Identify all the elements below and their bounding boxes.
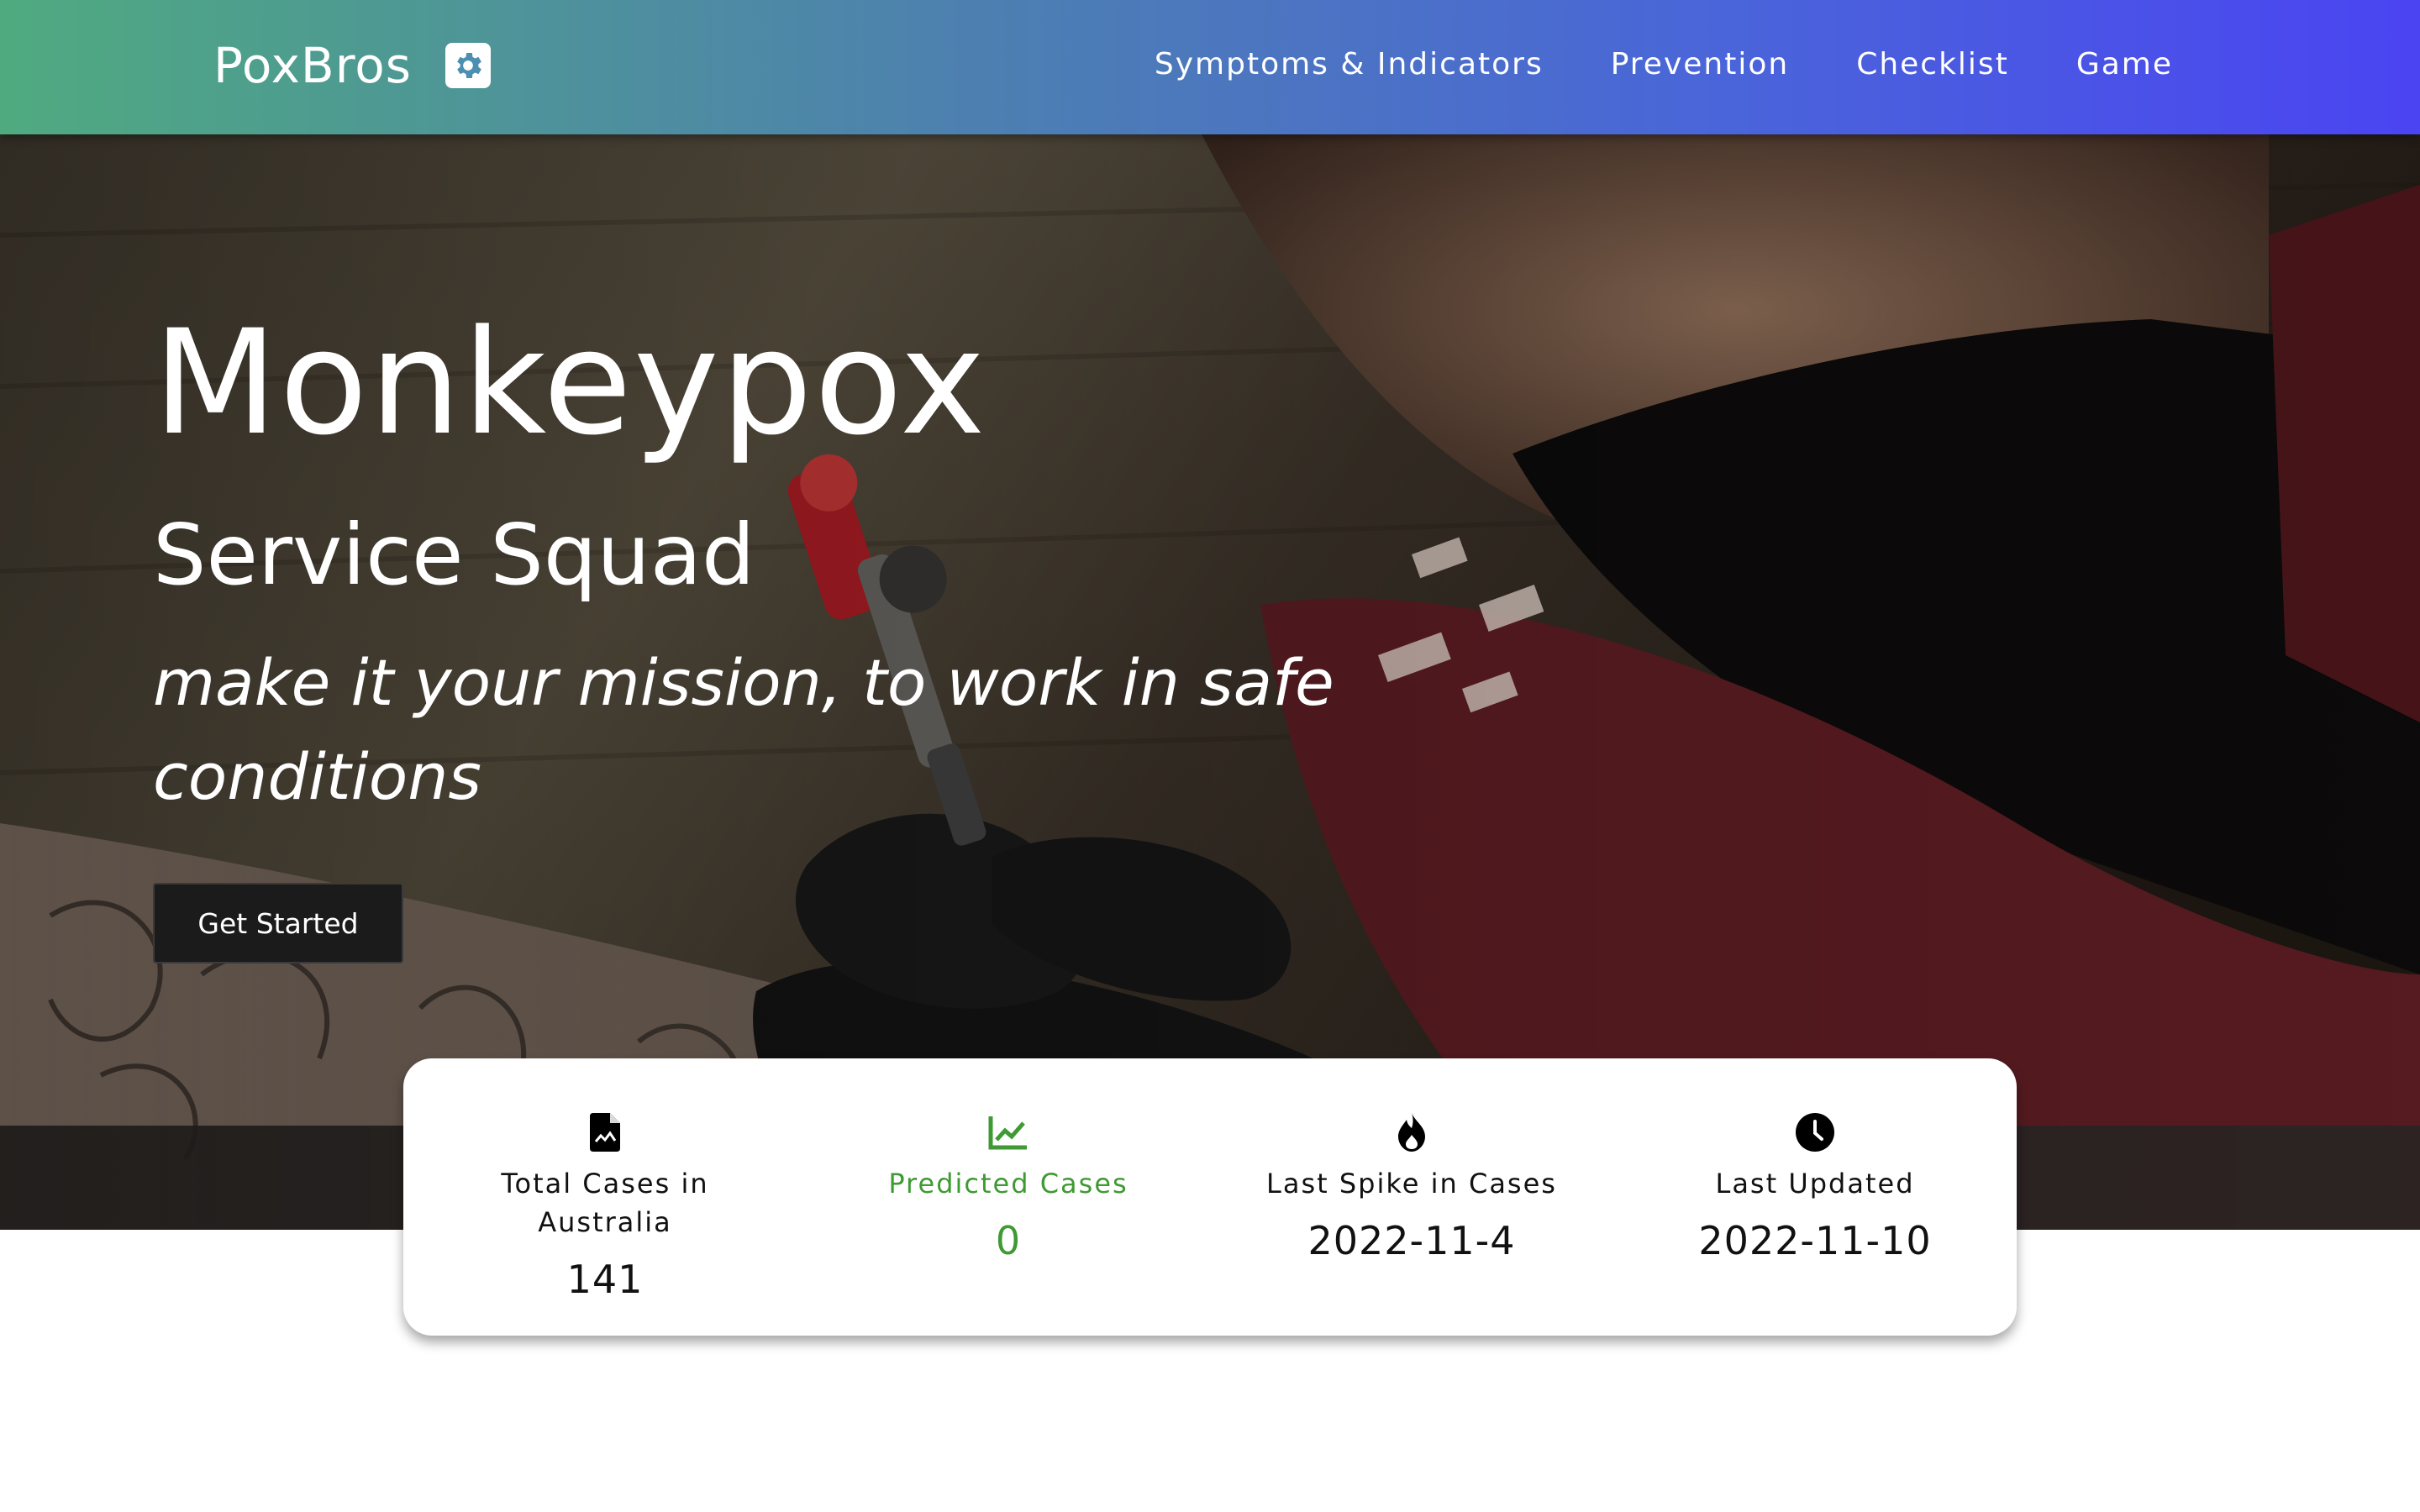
stat-label: Predicted Cases (888, 1168, 1128, 1200)
file-document-icon (585, 1112, 625, 1152)
brand[interactable]: PoxBros (213, 37, 491, 94)
stat-label: Last Spike in Cases (1266, 1168, 1557, 1200)
stat-last-updated: Last Updated 2022-11-10 (1613, 1058, 2017, 1336)
nav-link-game[interactable]: Game (2076, 47, 2173, 81)
clock-icon (1795, 1112, 1835, 1152)
hero-tagline: make it your mission, to work in safe co… (153, 645, 1334, 814)
stats-card: Total Cases in Australia 141 Predicted C… (403, 1058, 2017, 1336)
stat-value: 2022-11-10 (1698, 1218, 1932, 1263)
brand-name[interactable]: PoxBros (213, 37, 412, 94)
navbar: PoxBros Symptoms & Indicators Prevention… (0, 0, 2420, 134)
hero-subtitle: Service Squad (153, 506, 755, 604)
hero-content: Monkeypox Service Squad make it your mis… (153, 311, 1413, 963)
stat-value: 141 (566, 1257, 644, 1302)
stat-predicted-cases: Predicted Cases 0 (807, 1058, 1210, 1336)
stat-label: Last Updated (1715, 1168, 1915, 1200)
nav-link-prevention[interactable]: Prevention (1611, 47, 1789, 81)
stat-value: 2022-11-4 (1307, 1218, 1516, 1263)
stat-value: 0 (995, 1218, 1022, 1263)
hero-title: Monkeypox (153, 298, 987, 467)
chart-line-icon (988, 1112, 1028, 1152)
nav-link-checklist[interactable]: Checklist (1856, 47, 2009, 81)
stat-total-cases: Total Cases in Australia 141 (403, 1058, 807, 1336)
nav-links: Symptoms & Indicators Prevention Checkli… (1155, 47, 2173, 81)
get-started-button[interactable]: Get Started (153, 883, 403, 963)
stat-label: Total Cases in Australia (501, 1168, 709, 1238)
gear-icon (445, 43, 491, 88)
fire-icon (1392, 1112, 1432, 1152)
stat-last-spike: Last Spike in Cases 2022-11-4 (1210, 1058, 1613, 1336)
nav-link-symptoms[interactable]: Symptoms & Indicators (1155, 47, 1544, 81)
